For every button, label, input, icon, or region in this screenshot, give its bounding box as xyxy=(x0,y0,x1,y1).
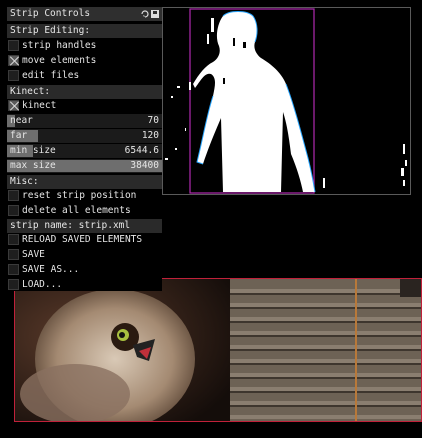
max-size-slider[interactable]: max size 38400 xyxy=(7,159,162,173)
near-slider[interactable]: near 70 xyxy=(7,114,162,128)
move-elements-label: move elements xyxy=(22,55,97,66)
near-slider-value: 70 xyxy=(147,115,159,126)
panel-title: Strip Controls xyxy=(10,8,91,19)
save-icon[interactable] xyxy=(151,10,159,18)
strip-handles-checkbox[interactable] xyxy=(8,40,19,51)
reset-strip-position-toggle[interactable]: reset strip position xyxy=(7,189,162,203)
panel-title-bar[interactable]: Strip Controls xyxy=(7,7,162,21)
min-size-slider[interactable]: min size 6544.6 xyxy=(7,144,162,158)
kinect-label: kinect xyxy=(22,100,57,111)
load-label: LOAD... xyxy=(22,279,63,290)
owl-image xyxy=(15,279,230,421)
video-strip[interactable] xyxy=(14,278,422,422)
save-as-label: SAVE AS... xyxy=(22,264,80,275)
edit-files-checkbox[interactable] xyxy=(8,70,19,81)
min-size-slider-label: min size xyxy=(10,145,56,156)
refresh-icon[interactable] xyxy=(141,10,149,18)
delete-all-elements-label: delete all elements xyxy=(22,205,131,216)
max-size-slider-value: 38400 xyxy=(130,160,159,171)
far-slider-value: 120 xyxy=(141,130,159,141)
kinect-header: Kinect: xyxy=(7,85,162,99)
edit-files-toggle[interactable]: edit files xyxy=(7,69,162,83)
strip-handles-toggle[interactable]: strip handles xyxy=(7,39,162,53)
depth-camera-view xyxy=(162,7,411,195)
edit-files-label: edit files xyxy=(22,70,80,81)
save-checkbox[interactable] xyxy=(8,249,19,260)
depth-silhouette xyxy=(165,8,407,194)
strip-controls-panel: Strip Controls Strip Editing: strip hand… xyxy=(7,7,162,291)
reload-saved-elements-label: RELOAD SAVED ELEMENTS xyxy=(22,234,143,245)
misc-header: Misc: xyxy=(7,175,162,189)
reset-strip-position-checkbox[interactable] xyxy=(8,190,19,201)
near-slider-label: near xyxy=(10,115,33,126)
delete-all-elements-toggle[interactable]: delete all elements xyxy=(7,204,162,218)
strip-name-field[interactable]: strip name: strip.xml xyxy=(7,219,162,233)
far-slider[interactable]: far 120 xyxy=(7,129,162,143)
reload-saved-elements-checkbox[interactable] xyxy=(8,234,19,245)
strip-handles-label: strip handles xyxy=(22,40,97,51)
save-as-button[interactable]: SAVE AS... xyxy=(7,263,162,277)
far-slider-label: far xyxy=(10,130,28,141)
kinect-checkbox[interactable] xyxy=(8,100,19,111)
max-size-slider-label: max size xyxy=(10,160,56,171)
save-button[interactable]: SAVE xyxy=(7,248,162,262)
load-checkbox[interactable] xyxy=(8,279,19,290)
move-elements-checkbox[interactable] xyxy=(8,55,19,66)
save-as-checkbox[interactable] xyxy=(8,264,19,275)
strip-editing-header: Strip Editing: xyxy=(7,24,162,38)
reload-saved-elements-button[interactable]: RELOAD SAVED ELEMENTS xyxy=(7,233,162,247)
reset-strip-position-label: reset strip position xyxy=(22,190,137,201)
save-label: SAVE xyxy=(22,249,45,260)
move-elements-toggle[interactable]: move elements xyxy=(7,54,162,68)
load-button[interactable]: LOAD... xyxy=(7,278,162,292)
min-size-slider-value: 6544.6 xyxy=(124,145,159,156)
stairs-image xyxy=(230,279,421,421)
kinect-toggle[interactable]: kinect xyxy=(7,99,162,113)
delete-all-elements-checkbox[interactable] xyxy=(8,205,19,216)
